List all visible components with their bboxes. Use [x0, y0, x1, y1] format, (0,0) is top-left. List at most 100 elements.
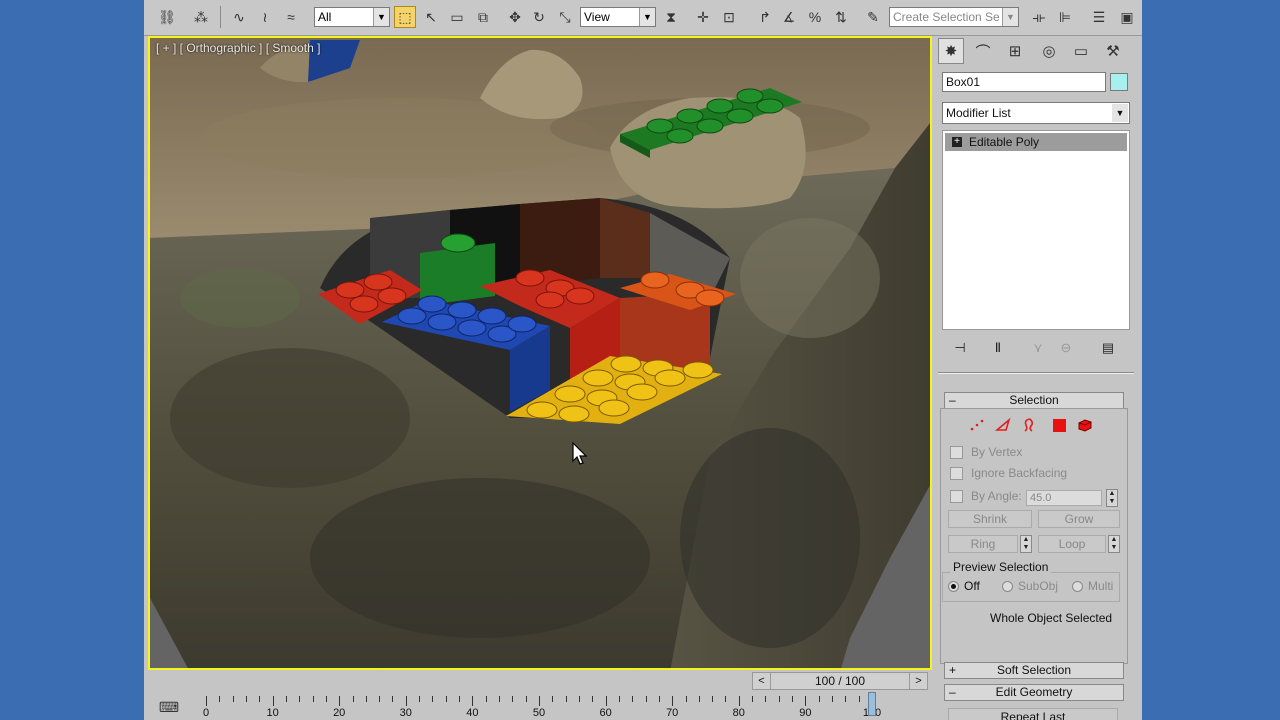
viewport-label[interactable]: [ + ] [ Orthographic ] [ Smooth ] [156, 41, 320, 55]
preview-multi-radio[interactable] [1072, 581, 1083, 592]
by-vertex-checkbox[interactable] [950, 446, 963, 459]
timeline-tick-label: 30 [399, 707, 412, 719]
previous-frame-icon[interactable]: < [753, 673, 771, 689]
modifier-stack[interactable]: + Editable Poly [942, 130, 1130, 330]
reference-coord-dropdown[interactable]: View ▼ [580, 7, 656, 27]
timeline-tick [658, 696, 660, 702]
utilities-tab-icon[interactable]: ⚒ [1100, 38, 1126, 64]
make-unique-icon: ⋎ [1033, 340, 1043, 355]
angle-threshold-field[interactable]: 45.0 [1026, 490, 1102, 506]
timeline-ruler[interactable]: 0102030405060708090100 [148, 696, 934, 720]
chevron-down-icon: ▼ [639, 8, 655, 26]
timeline-tick [792, 696, 794, 702]
soft-selection-rollout-header[interactable]: + Soft Selection [944, 662, 1124, 679]
hierarchy-tab-icon[interactable]: ⊞ [1002, 38, 1028, 64]
align-icon[interactable]: ⊫ [1054, 6, 1076, 28]
loop-button[interactable]: Loop [1038, 535, 1106, 553]
modifier-list-dropdown[interactable]: Modifier List ▼ [942, 102, 1130, 124]
shrink-button[interactable]: Shrink [948, 510, 1032, 528]
create-tab-icon[interactable]: ✸ [938, 38, 964, 64]
timeline-tick [445, 696, 447, 702]
rect-region-icon[interactable]: ▭ [446, 6, 468, 28]
keyboard-shortcut-icon[interactable]: ⊡ [718, 6, 740, 28]
timeline-tick-label: 80 [732, 707, 745, 719]
unlink-icon[interactable]: ≀ [254, 6, 276, 28]
window-crossing-icon[interactable]: ⧉ [472, 6, 494, 28]
soft-selection-title: Soft Selection [996, 663, 1072, 677]
timeline-tick [245, 696, 247, 702]
preview-subobj-radio[interactable] [1002, 581, 1013, 592]
percent-snap-icon[interactable]: % [804, 6, 826, 28]
grow-button[interactable]: Grow [1038, 510, 1120, 528]
angle-snap-icon[interactable]: ∡ [778, 6, 800, 28]
select-by-name-icon[interactable]: ↖ [420, 6, 442, 28]
mirror-icon[interactable]: ⟛ [1028, 6, 1050, 28]
polygon-icon[interactable] [1050, 416, 1068, 434]
edit-geometry-title: Edit Geometry [995, 685, 1073, 699]
named-selection-placeholder: Create Selection Se [893, 10, 1000, 24]
element-icon[interactable] [1076, 416, 1094, 434]
select-link-icon[interactable]: ∿ [228, 6, 250, 28]
selection-filter-dropdown[interactable]: All ▼ [314, 7, 390, 27]
rotate-icon[interactable]: ↻ [528, 6, 550, 28]
timeline-tick [459, 696, 461, 702]
ring-button[interactable]: Ring [948, 535, 1018, 553]
time-slider[interactable]: < 100 / 100 > [752, 672, 928, 690]
timeline-tick [552, 696, 554, 702]
layer-manager-icon[interactable]: ☰ [1088, 6, 1110, 28]
select-manipulate-icon[interactable]: ✛ [692, 6, 714, 28]
snap-icon[interactable]: ↱ [754, 6, 776, 28]
time-slider-area: < 100 / 100 > ⌨ 0102030405060708090100 [144, 670, 934, 720]
perspective-viewport[interactable]: [ + ] [ Orthographic ] [ Smooth ] [148, 36, 932, 670]
loop-spinner[interactable]: ▲ ▼ [1108, 535, 1120, 553]
remove-modifier-icon: ⊖ [1060, 340, 1072, 355]
edge-icon[interactable] [994, 416, 1012, 434]
object-name-field[interactable]: Box01 [942, 72, 1106, 92]
by-angle-checkbox[interactable] [950, 490, 963, 503]
timeline-tick [472, 696, 474, 706]
timeline-playhead[interactable] [868, 692, 876, 716]
edit-named-selection-icon[interactable]: ✎ [862, 6, 884, 28]
move-icon[interactable]: ✥ [504, 6, 526, 28]
timeline-tick [832, 696, 834, 702]
panel-divider [938, 372, 1134, 374]
select-object-icon[interactable]: ⬚ [394, 6, 416, 28]
named-selection-dropdown[interactable]: Create Selection Se ▼ [889, 7, 1019, 27]
spinner-snap-icon[interactable]: ⇅ [830, 6, 852, 28]
viewport-scene [150, 38, 930, 668]
frame-counter: 100 / 100 [814, 674, 866, 688]
timeline-tick-label: 10 [266, 707, 279, 719]
timeline-tick [206, 696, 207, 706]
stack-item-label: Editable Poly [969, 135, 1040, 149]
repeat-last-button[interactable]: Repeat Last [948, 708, 1118, 720]
display-tab-icon[interactable]: ▭ [1068, 38, 1094, 64]
timeline-tick-label: 70 [666, 707, 679, 719]
selection-rollout-header[interactable]: – Selection [944, 392, 1124, 409]
timeline-tick [525, 696, 527, 702]
ring-spinner[interactable]: ▲ ▼ [1020, 535, 1032, 553]
graphite-ribbon-icon[interactable]: ▣ [1116, 6, 1138, 28]
next-frame-icon[interactable]: > [909, 673, 927, 689]
vertex-icon[interactable] [968, 416, 986, 434]
bind-spacewarp-icon[interactable]: ⁂ [190, 6, 212, 28]
pin-stack-icon[interactable]: ⊣ [950, 338, 970, 358]
object-color-swatch[interactable] [1110, 73, 1128, 91]
border-icon[interactable] [1020, 416, 1038, 434]
link-icon[interactable]: ⛓ [156, 6, 178, 28]
preview-off-radio[interactable] [948, 581, 959, 592]
edit-geometry-rollout-header[interactable]: – Edit Geometry [944, 684, 1124, 701]
expand-plus-icon[interactable]: + [952, 137, 962, 147]
angle-spinner[interactable]: ▲ ▼ [1106, 489, 1118, 507]
scale-icon[interactable]: ⤡ [554, 6, 576, 28]
pivot-icon[interactable]: ⧗ [660, 6, 682, 28]
timeline-tick [712, 696, 714, 702]
motion-tab-icon[interactable]: ◎ [1036, 38, 1062, 64]
wave-icon[interactable]: ≈ [280, 6, 302, 28]
configure-modifier-sets-icon[interactable]: ▤ [1098, 338, 1118, 358]
timeline-tick-label: 40 [466, 707, 479, 719]
ignore-backfacing-checkbox[interactable] [950, 467, 963, 480]
modify-tab-icon[interactable]: ⌒ [970, 38, 996, 64]
show-end-result-icon[interactable]: Ⅱ [988, 338, 1008, 358]
stack-item-editable-poly[interactable]: + Editable Poly [945, 133, 1127, 151]
expand-plus-icon: + [949, 663, 957, 677]
